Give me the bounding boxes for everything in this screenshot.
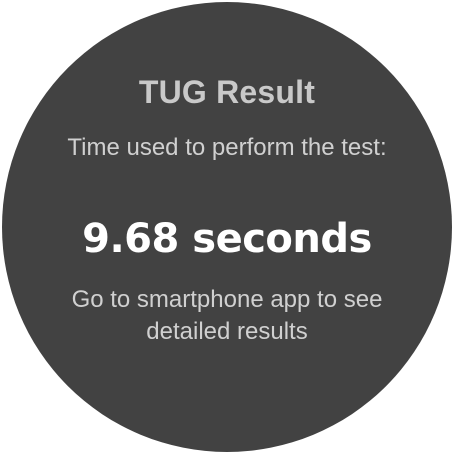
result-title: TUG Result: [138, 74, 316, 110]
watch-face: TUG Result Time used to perform the test…: [2, 2, 452, 452]
smartphone-hint: Go to smartphone app to see detailed res…: [71, 286, 383, 345]
result-value: 9.68 seconds: [82, 216, 372, 262]
time-used-label: Time used to perform the test:: [67, 134, 387, 161]
